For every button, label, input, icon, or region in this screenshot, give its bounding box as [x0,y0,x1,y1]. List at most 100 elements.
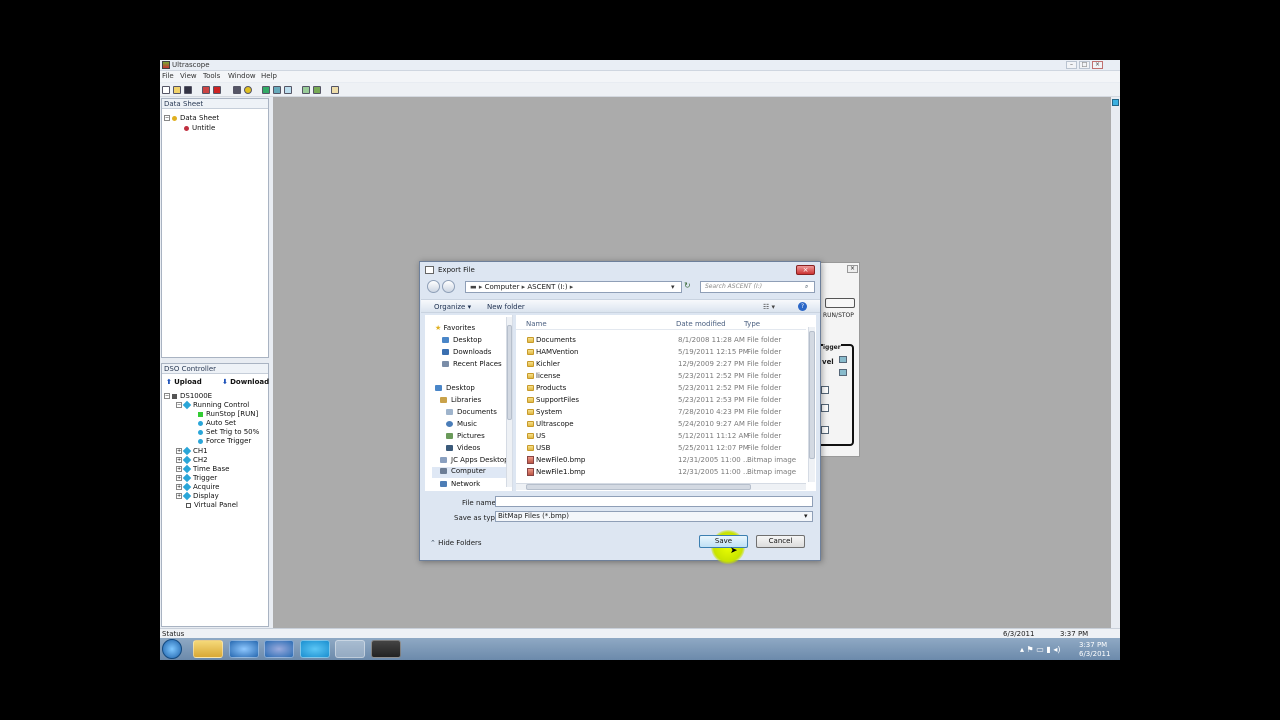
help-icon[interactable]: ? [798,302,807,311]
tune-icon[interactable] [233,86,241,94]
taskbar-skype-icon[interactable] [300,640,330,658]
back-button[interactable] [427,280,440,293]
level-down-icon[interactable] [839,369,847,376]
run-stop-button[interactable] [825,298,855,308]
taskbar-explorer-icon[interactable] [193,640,223,658]
taskbar-ultrascope-icon[interactable] [371,640,401,658]
tree-item-trigger[interactable]: + Trigger [176,473,217,483]
file-row[interactable]: NewFile0.bmp 12/31/2005 11:00 ... Bitmap i… [524,454,814,466]
nav-music[interactable]: Music [446,420,477,428]
address-dropdown-icon[interactable]: ▾ [671,282,675,292]
nav-jc-apps[interactable]: JC Apps Desktop [440,456,509,464]
taskbar-thunderbird-icon[interactable] [264,640,294,658]
expand-icon[interactable]: + [176,466,182,472]
save-button[interactable]: Save [699,535,748,548]
download-icon[interactable] [213,86,221,94]
column-type[interactable]: Type [744,320,760,328]
hide-folders-button[interactable]: ⌃ Hide Folders [430,539,482,547]
gear-icon[interactable] [244,86,252,94]
paste-icon[interactable] [313,86,321,94]
trig-button-1[interactable] [821,386,829,394]
nav-favorites[interactable]: ★ Favorites [435,324,475,332]
file-hscrollbar[interactable] [516,483,806,490]
nav-pictures[interactable]: Pictures [446,432,485,440]
collapse-icon[interactable]: − [176,402,182,408]
tree-item-time-base[interactable]: + Time Base [176,464,229,474]
trig-button-2[interactable] [821,404,829,412]
column-name[interactable]: Name [526,320,547,328]
menu-window[interactable]: Window [228,72,256,80]
nav-downloads[interactable]: Downloads [442,348,491,356]
tree-item-running-control[interactable]: − Running Control [176,400,249,410]
new-icon[interactable] [162,86,170,94]
panel-close-button[interactable]: × [847,265,858,273]
organize-button[interactable]: Organize ▾ [434,303,471,311]
start-button[interactable] [162,639,182,659]
file-scrollbar[interactable] [808,327,815,482]
menu-tools[interactable]: Tools [203,72,220,80]
table-icon[interactable] [284,86,292,94]
file-row[interactable]: Documents 8/1/2008 11:28 AM File folder [524,334,814,346]
panel-toggle-icon[interactable] [1112,99,1119,106]
upload-icon[interactable] [202,86,210,94]
collapse-icon[interactable]: − [164,115,170,121]
search-input[interactable]: Search ASCENT (I:) ⌕ [700,281,815,293]
file-scroll-thumb[interactable] [809,331,815,459]
arrows-icon[interactable] [273,86,281,94]
expand-icon[interactable]: + [176,493,182,499]
tray-date[interactable]: 6/3/2011 [1079,650,1110,658]
help-icon[interactable] [331,86,339,94]
menu-help[interactable]: Help [261,72,277,80]
collapse-icon[interactable]: − [164,393,170,399]
file-name-input[interactable] [495,496,813,507]
tree-item-ch2[interactable]: + CH2 [176,455,208,465]
menu-file[interactable]: File [162,72,174,80]
nav-desktop-fav[interactable]: Desktop [442,336,482,344]
file-hscroll-thumb[interactable] [526,484,751,490]
file-row[interactable]: Products 5/23/2011 2:52 PM File folder [524,382,814,394]
file-row[interactable]: NewFile1.bmp 12/31/2005 11:00 ... Bitmap i… [524,466,814,478]
expand-icon[interactable]: + [176,484,182,490]
minimize-button[interactable]: – [1066,61,1077,69]
save-type-select[interactable]: BitMap Files (*.bmp) ▾ [495,511,813,522]
nav-network[interactable]: Network [440,480,480,488]
file-row[interactable]: HAMVention 5/19/2011 12:15 PM File folder [524,346,814,358]
tree-item-set-trig[interactable]: Set Trig to 50% [198,428,259,436]
file-row[interactable]: System 7/28/2010 4:23 PM File folder [524,406,814,418]
nav-videos[interactable]: Videos [446,444,480,452]
expand-icon[interactable]: + [176,475,182,481]
trig-button-3[interactable] [821,426,829,434]
grid-icon[interactable] [262,86,270,94]
taskbar-ie-icon[interactable] [229,640,259,658]
refresh-icon[interactable]: ↻ [684,281,691,290]
cancel-button[interactable]: Cancel [756,535,805,548]
nav-computer[interactable]: Computer [432,467,512,478]
nav-desktop[interactable]: Desktop [435,384,475,392]
open-icon[interactable] [173,86,181,94]
maximize-button[interactable]: □ [1079,61,1090,69]
file-row[interactable]: USB 5/25/2011 12:07 PM File folder [524,442,814,454]
save-icon[interactable] [184,86,192,94]
address-bar[interactable]: ▬ ▸ Computer ▸ ASCENT (I:) ▸ ▾ [465,281,682,293]
taskbar-window-icon[interactable] [335,640,365,658]
close-button[interactable]: × [1092,61,1103,69]
menu-view[interactable]: View [180,72,197,80]
tree-item-virtual-panel[interactable]: Virtual Panel [186,501,238,509]
upload-button[interactable]: ⬆ Upload [166,378,202,386]
tree-item-auto-set[interactable]: Auto Set [198,419,236,427]
file-row[interactable]: license 5/23/2011 2:52 PM File folder [524,370,814,382]
nav-libraries[interactable]: Libraries [440,396,481,404]
forward-button[interactable] [442,280,455,293]
breadcrumb-ascent[interactable]: ASCENT (I:) [527,283,567,291]
expand-icon[interactable]: + [176,448,182,454]
level-up-icon[interactable] [839,356,847,363]
dialog-close-button[interactable]: × [796,265,815,275]
file-row[interactable]: Ultrascope 5/24/2010 9:27 AM File folder [524,418,814,430]
tray-time[interactable]: 3:37 PM [1079,641,1107,649]
file-row[interactable]: US 5/12/2011 11:12 AM File folder [524,430,814,442]
tree-item-ch1[interactable]: + CH1 [176,446,208,456]
tree-item-acquire[interactable]: + Acquire [176,482,219,492]
file-row[interactable]: Kichler 12/9/2009 2:27 PM File folder [524,358,814,370]
new-folder-button[interactable]: New folder [487,303,525,311]
nav-scroll-thumb[interactable] [507,325,512,420]
